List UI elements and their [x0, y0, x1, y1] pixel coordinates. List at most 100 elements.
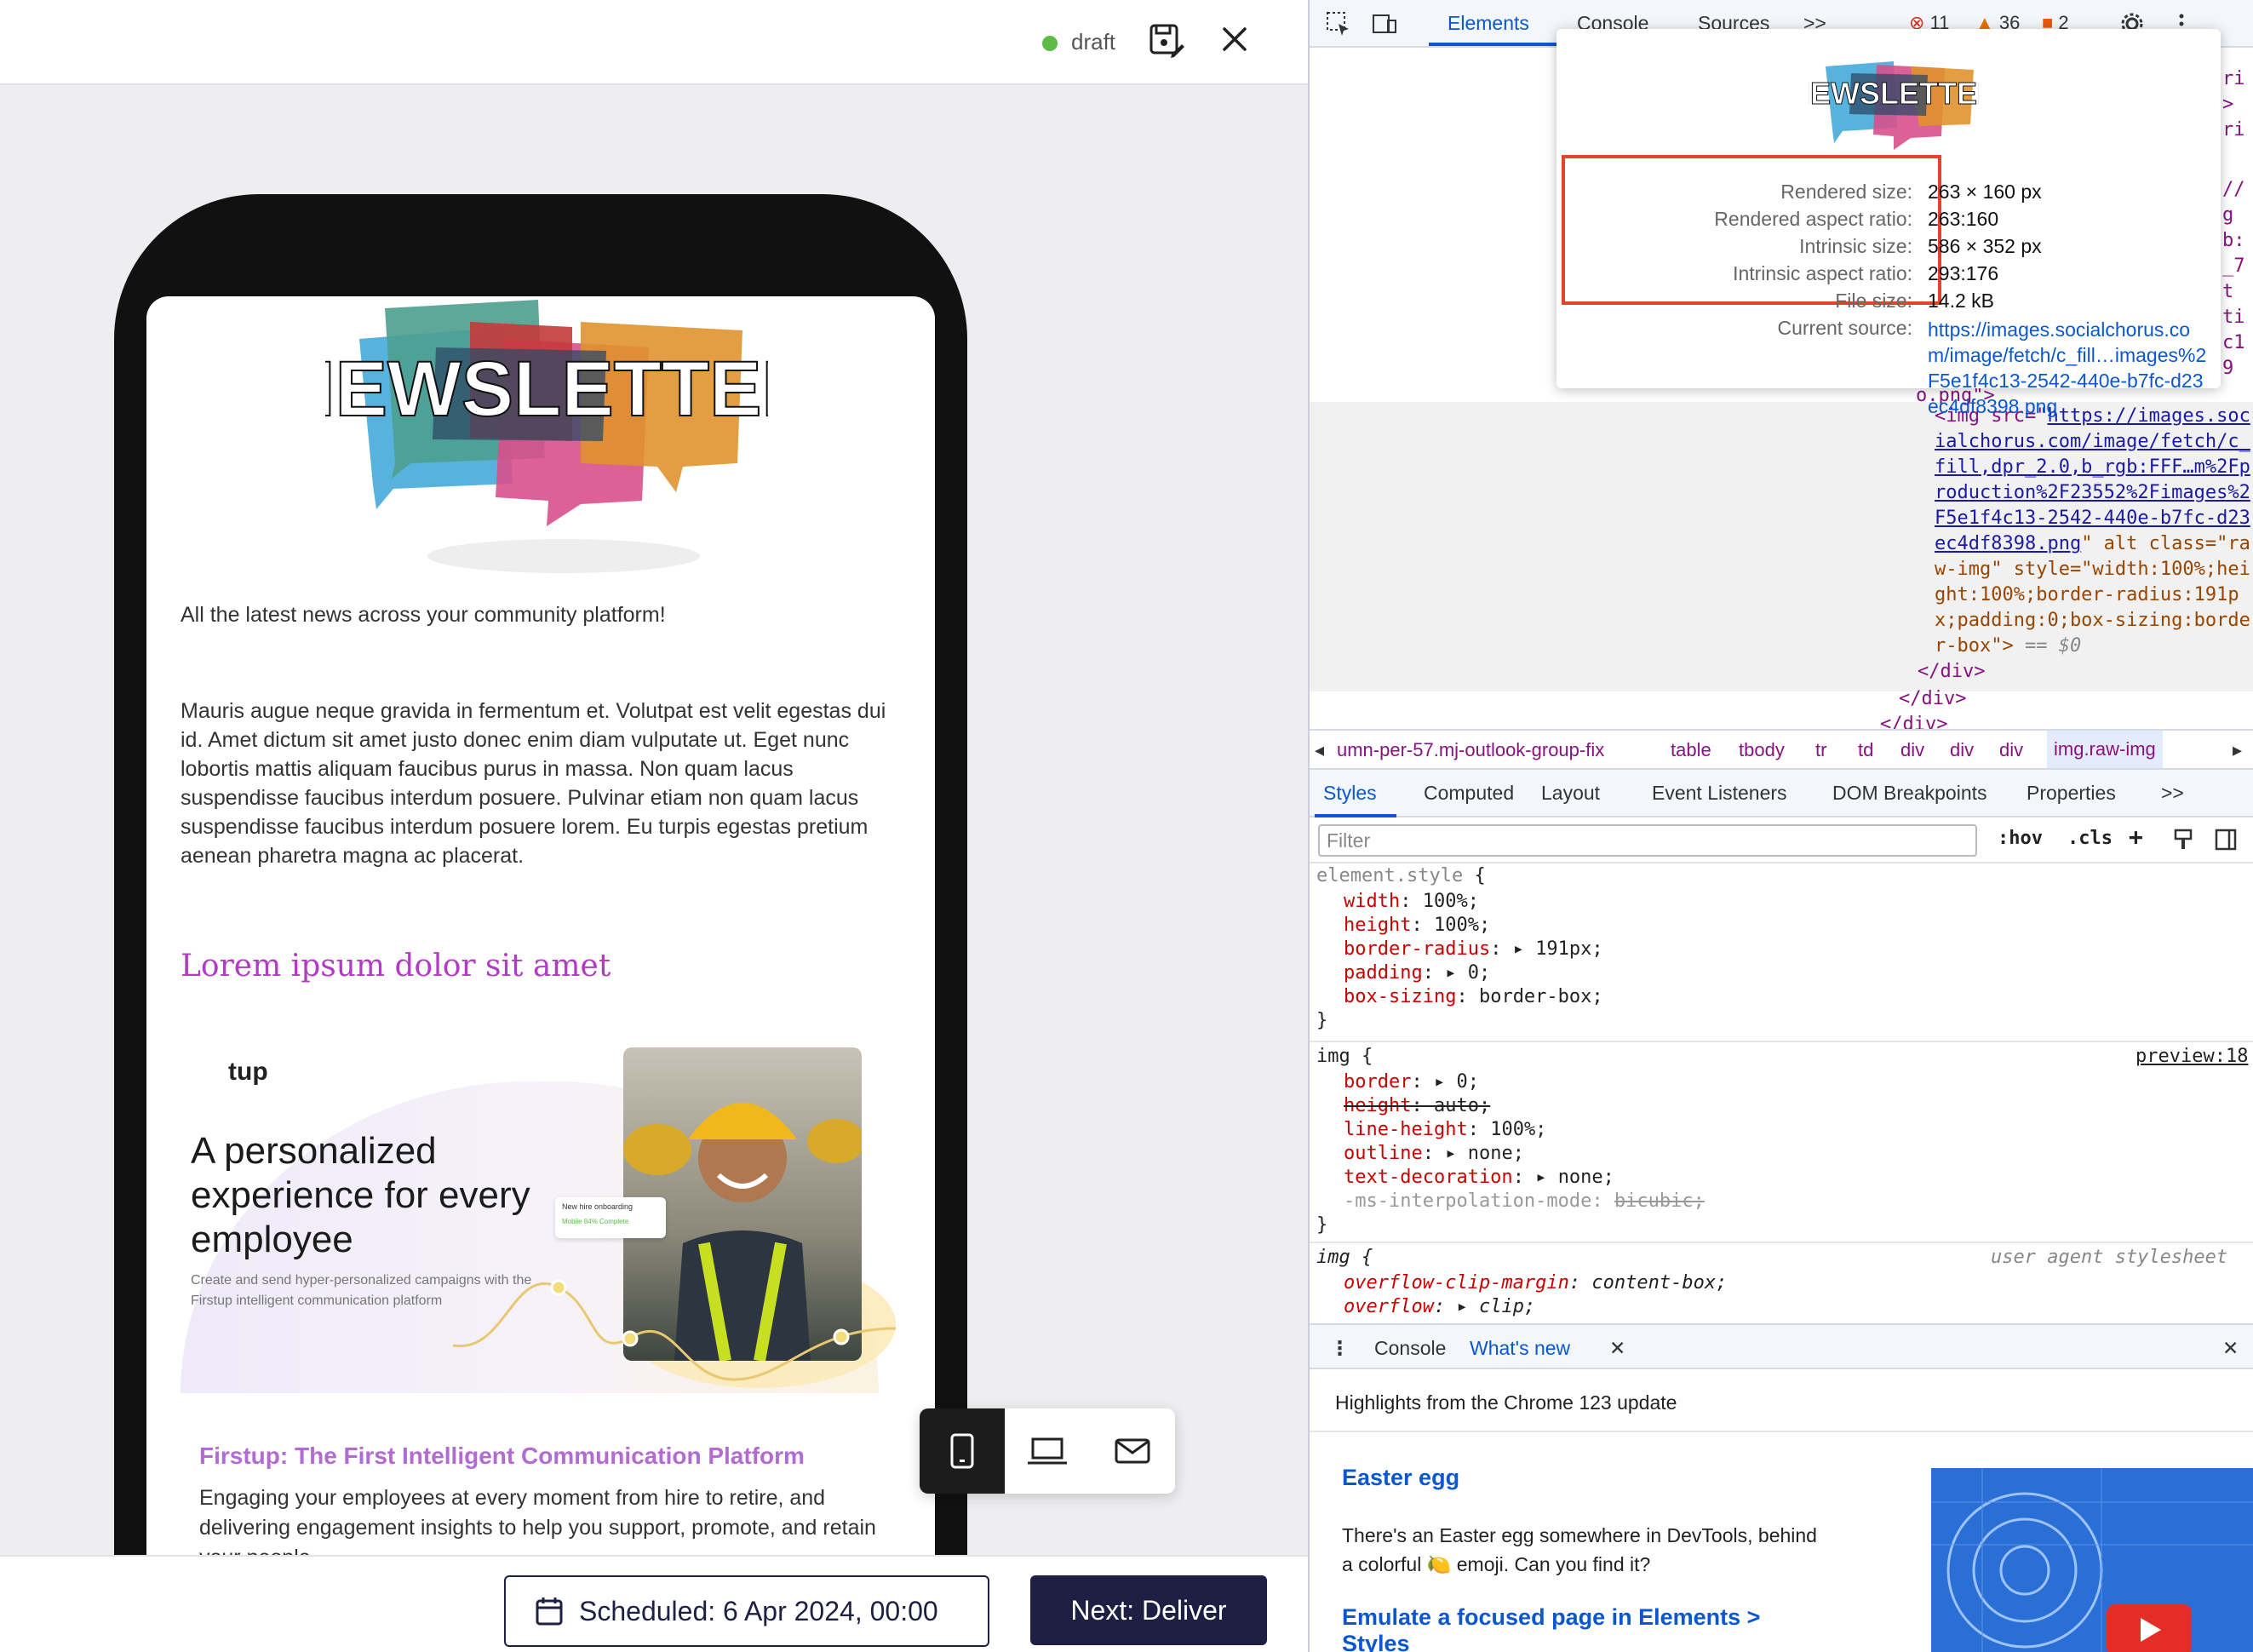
- tab-event-listeners[interactable]: Event Listeners: [1652, 782, 1787, 805]
- css-declaration-overridden[interactable]: height: auto;: [1344, 1095, 1490, 1116]
- close-icon[interactable]: [1219, 24, 1250, 54]
- css-declaration[interactable]: text-decoration: ▸ none;: [1344, 1167, 1614, 1188]
- dom-fragment: >: [2222, 94, 2234, 115]
- save-edit-icon[interactable]: [1148, 22, 1185, 60]
- styles-filter-input[interactable]: Filter: [1318, 824, 1977, 857]
- mail-icon: [1115, 1438, 1150, 1464]
- css-declaration[interactable]: width: 100%;: [1344, 891, 1479, 912]
- dom-line-src[interactable]: ialchorus.com/image/fetch/c_: [1935, 429, 2250, 455]
- tooltip-newsletter-thumbnail: NEWSLETTER: [1809, 61, 1979, 150]
- breadcrumb-item[interactable]: umn-per-57.mj-outlook-group-fix: [1337, 739, 1604, 761]
- dom-line-src[interactable]: fill,dpr_2.0,b_rgb:FFF…m%2Fp: [1935, 455, 2250, 480]
- whats-new-video-thumbnail[interactable]: [1931, 1468, 2253, 1652]
- editor-pane: draft NEWSLETTER All the latest news acr…: [0, 0, 1308, 1652]
- next-deliver-button[interactable]: Next: Deliver: [1030, 1575, 1267, 1645]
- close-tab-icon[interactable]: ✕: [1609, 1337, 1625, 1360]
- desktop-view-button[interactable]: [1005, 1408, 1090, 1494]
- whats-new-highlight: Highlights from the Chrome 123 update: [1335, 1391, 1677, 1414]
- breadcrumb-item[interactable]: table: [1671, 739, 1711, 761]
- dom-line-src[interactable]: F5e1f4c13-2542-440e-b7fc-d23: [1935, 506, 2250, 531]
- dom-close-div: </div>: [1918, 661, 1986, 682]
- breadcrumb-scroll-left-icon[interactable]: ◂: [1315, 739, 1324, 761]
- add-rule-icon[interactable]: +: [2129, 823, 2143, 851]
- breadcrumb-item[interactable]: tr: [1815, 739, 1826, 761]
- promo-title: A personalized experience for every empl…: [191, 1130, 530, 1260]
- promo-image: tup A personalized experience for every …: [181, 1047, 913, 1393]
- tab-properties[interactable]: Properties: [2027, 782, 2116, 805]
- sidebar-toggle-icon[interactable]: [2214, 828, 2238, 852]
- css-declaration[interactable]: box-sizing: border-box;: [1344, 986, 1603, 1007]
- whats-new-content: Highlights from the Chrome 123 update Ea…: [1310, 1369, 2253, 1652]
- device-toolbar: [920, 1408, 1175, 1494]
- css-declaration[interactable]: line-height: 100%;: [1344, 1119, 1546, 1140]
- css-declaration[interactable]: border: ▸ 0;: [1344, 1071, 1479, 1093]
- tab-computed[interactable]: Computed: [1424, 782, 1514, 805]
- hov-toggle[interactable]: :hov: [1998, 828, 2043, 849]
- newsletter-banner-image: NEWSLETTER: [325, 300, 768, 573]
- css-declaration[interactable]: border-radius: ▸ 191px;: [1344, 938, 1603, 960]
- paint-format-icon[interactable]: [2171, 828, 2195, 852]
- dom-line-end: r-box"> == $0: [1935, 635, 2082, 657]
- dom-fragment: ti: [2222, 307, 2245, 328]
- tab-styles[interactable]: Styles: [1323, 782, 1377, 805]
- close-drawer-icon[interactable]: ✕: [2222, 1337, 2239, 1360]
- whats-new-heading-emulate[interactable]: Emulate a focused page in Elements > Sty…: [1342, 1604, 1819, 1652]
- onboarding-mini-card: New hire onboarding Mobile 84% Complete: [555, 1197, 666, 1238]
- css-declaration: overflow: ▸ clip;: [1344, 1296, 1536, 1317]
- device-toggle-icon[interactable]: [1371, 10, 1398, 37]
- breadcrumb-scroll-right-icon[interactable]: ▸: [2233, 739, 2242, 761]
- rule-source-link[interactable]: preview:18: [2135, 1046, 2248, 1067]
- tab-layout[interactable]: Layout: [1541, 782, 1600, 805]
- card-title[interactable]: Firstup: The First Intelligent Communica…: [199, 1443, 805, 1470]
- schedule-button[interactable]: Scheduled: 6 Apr 2024, 00:00: [504, 1575, 989, 1647]
- mini-card-title: New hire onboarding: [562, 1202, 633, 1211]
- calendar-icon: [536, 1598, 563, 1626]
- rule-close: }: [1316, 1010, 1328, 1031]
- breadcrumb-item[interactable]: tbody: [1739, 739, 1785, 761]
- tab-elements[interactable]: Elements: [1448, 12, 1529, 35]
- dom-fragment: c1: [2222, 332, 2245, 353]
- breadcrumb-item[interactable]: div: [1999, 739, 2023, 761]
- thumbnail-lettering: NEWSLETTER: [1809, 76, 1979, 111]
- tooltip-source-link[interactable]: https://images.socialchorus.com/image/fe…: [1928, 317, 2209, 419]
- cls-toggle[interactable]: .cls: [2067, 828, 2113, 849]
- newsletter-heading: Lorem ipsum dolor sit amet: [181, 949, 611, 984]
- dom-line-src[interactable]: roduction%2F23552%2Fimages%2: [1935, 480, 2250, 506]
- breadcrumb-item[interactable]: td: [1858, 739, 1873, 761]
- drawer-menu-icon[interactable]: ⋮: [1330, 1337, 1350, 1360]
- rule-source-ua: user agent stylesheet: [1991, 1247, 2228, 1268]
- css-declaration: overflow-clip-margin: content-box;: [1344, 1272, 1728, 1293]
- dom-line-style: x;padding:0;box-sizing:borde: [1935, 610, 2250, 631]
- breadcrumb-item[interactable]: div: [1950, 739, 1974, 761]
- rule-selector: img {: [1316, 1247, 1373, 1268]
- editor-topbar: draft: [0, 0, 1308, 85]
- breadcrumb-item-active[interactable]: img.raw-img: [2047, 731, 2163, 768]
- blueprint-illustration: [1931, 1468, 2253, 1652]
- more-panels-chevron-icon[interactable]: >>: [2161, 782, 2184, 805]
- dom-fragment: _7: [2222, 255, 2245, 277]
- tab-dom-breakpoints[interactable]: DOM Breakpoints: [1832, 782, 1987, 805]
- laptop-icon: [1028, 1437, 1067, 1465]
- whats-new-paragraph: There's an Easter egg somewhere in DevTo…: [1342, 1524, 1817, 1575]
- banner-lettering: NEWSLETTER: [325, 346, 768, 433]
- css-declaration[interactable]: padding: ▸ 0;: [1344, 962, 1490, 984]
- phone-icon: [950, 1433, 974, 1469]
- drawer-tab-console[interactable]: Console: [1374, 1337, 1446, 1360]
- email-view-button[interactable]: [1090, 1408, 1175, 1494]
- css-rules: element.style { width: 100%; height: 100…: [1310, 863, 2253, 1323]
- drawer-tab-whats-new[interactable]: What's new: [1470, 1337, 1570, 1360]
- newsletter-body: Mauris augue neque gravida in fermentum …: [181, 699, 886, 868]
- css-declaration[interactable]: outline: ▸ none;: [1344, 1143, 1524, 1164]
- image-info-tooltip: NEWSLETTER Rendered size:263 × 160 px Re…: [1556, 29, 2221, 417]
- devtools-panel: Elements Console Sources >> ⊗ 11 ▲ 36 ■ …: [1308, 0, 2253, 1652]
- dom-line-style: w-img" style="width:100%;hei: [1935, 559, 2250, 580]
- styles-filter-row: Filter :hov .cls +: [1310, 817, 2253, 863]
- dom-fragment: //: [2222, 179, 2245, 200]
- breadcrumb-item[interactable]: div: [1900, 739, 1924, 761]
- inspect-element-icon[interactable]: [1325, 10, 1352, 37]
- schedule-label: Scheduled: 6 Apr 2024, 00:00: [579, 1595, 938, 1626]
- css-declaration[interactable]: height: 100%;: [1344, 915, 1490, 936]
- css-declaration-invalid[interactable]: -ms-interpolation-mode: bicubic;: [1344, 1190, 1705, 1212]
- mobile-view-button[interactable]: [920, 1408, 1005, 1494]
- whats-new-heading-easter-egg[interactable]: Easter egg: [1342, 1465, 1459, 1491]
